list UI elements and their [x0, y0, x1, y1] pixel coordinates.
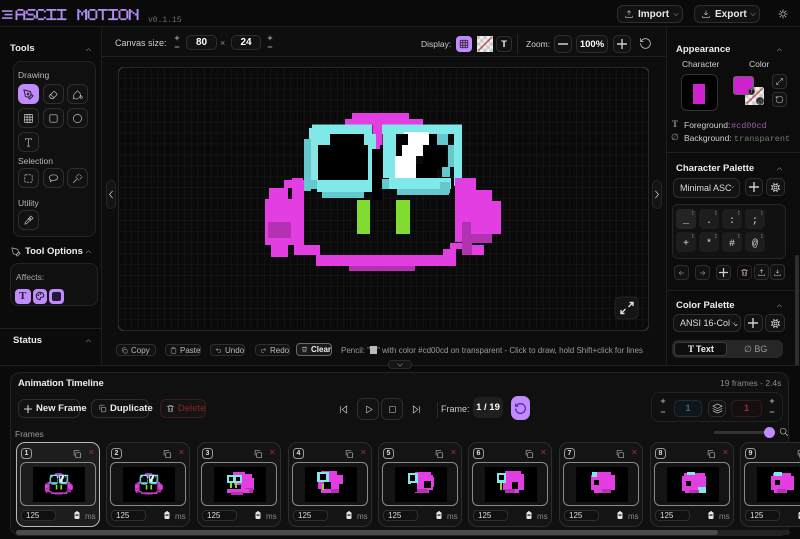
svg-text:+: + — [683, 239, 689, 250]
svg-text::: : — [729, 216, 735, 227]
svg-text:#: # — [729, 239, 735, 250]
svg-text:@: @ — [752, 238, 758, 250]
svg-text:_: _ — [682, 216, 690, 227]
svg-text:∅: ∅ — [758, 99, 763, 106]
svg-text:*: * — [706, 238, 712, 250]
svg-text:.: . — [706, 216, 712, 227]
svg-text:;: ; — [752, 216, 758, 227]
